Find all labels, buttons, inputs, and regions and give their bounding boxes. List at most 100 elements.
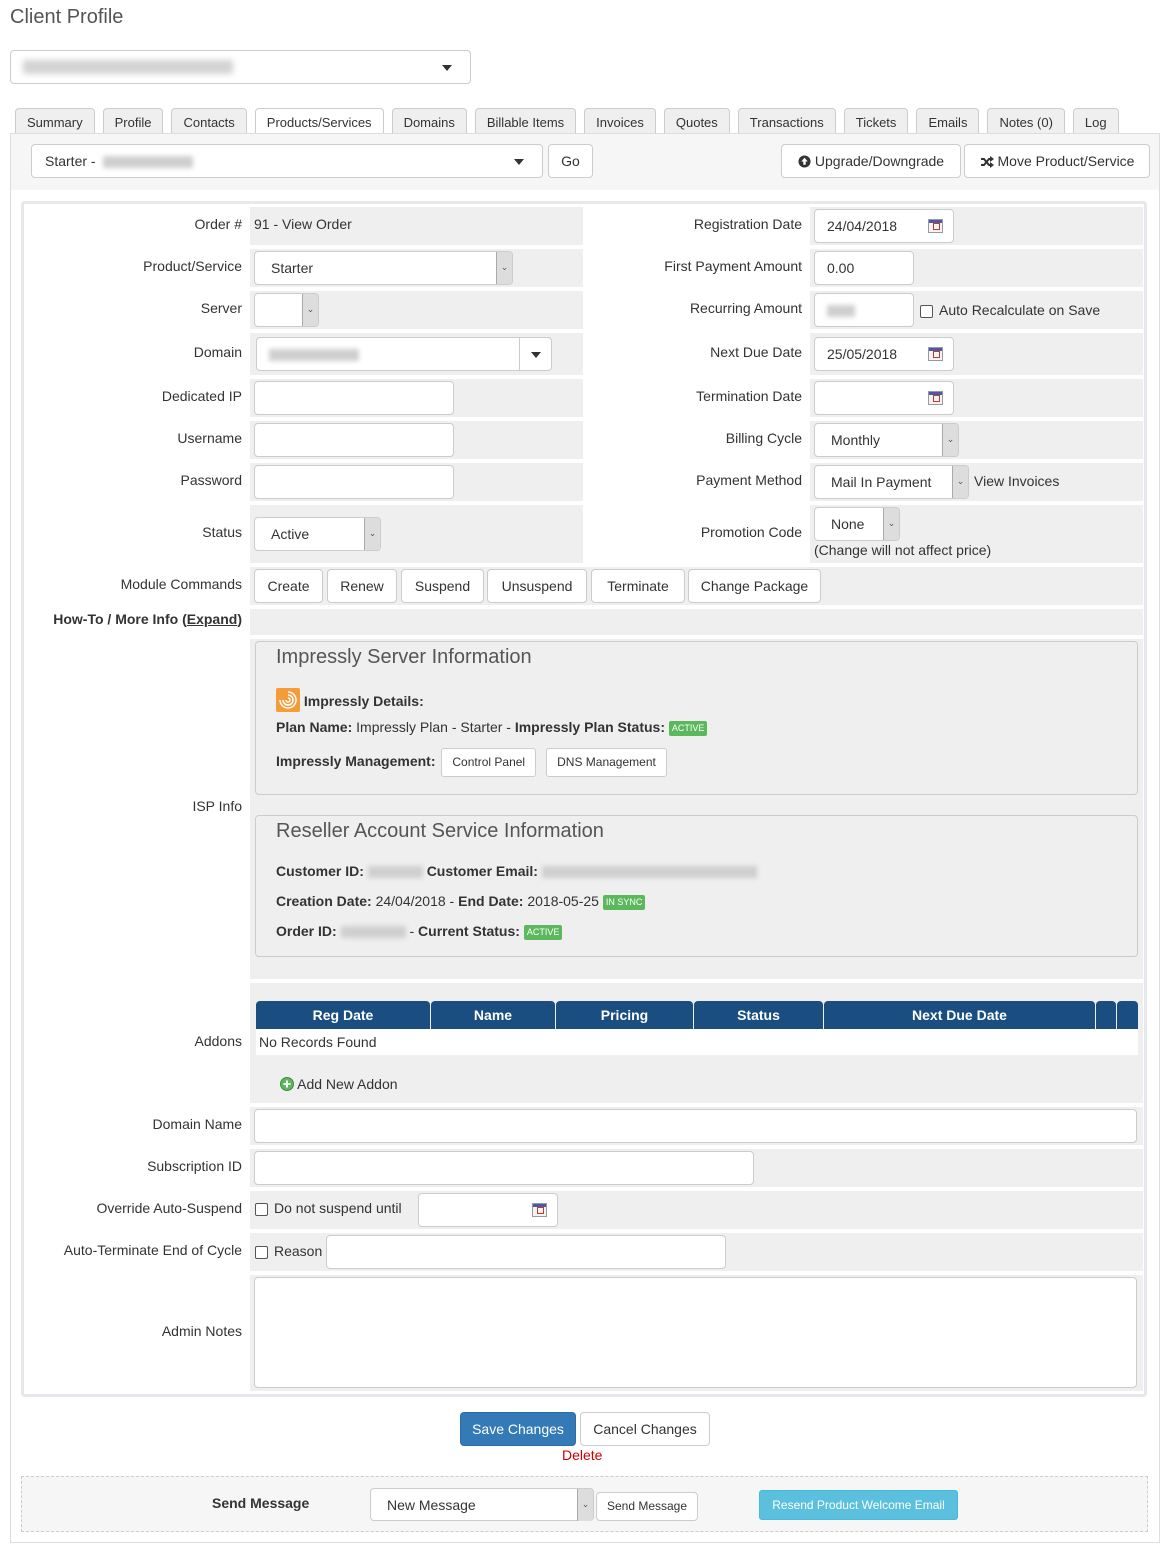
caret-down-icon: [514, 159, 524, 165]
tab-emails[interactable]: Emails: [916, 108, 980, 134]
client-selector[interactable]: [10, 50, 471, 84]
renew-button[interactable]: Renew: [327, 569, 397, 603]
dedicated-ip-input[interactable]: [254, 381, 454, 415]
control-panel-button[interactable]: Control Panel: [441, 748, 537, 777]
howto-label: How-To / More Info (Expand): [24, 611, 242, 627]
auto-terminate-checkbox[interactable]: [255, 1246, 268, 1259]
creation-date-value: 24/04/2018: [375, 893, 446, 909]
message-template-value: New Message: [387, 1497, 476, 1513]
auto-recalculate-checkbox[interactable]: [920, 305, 933, 318]
col-pricing[interactable]: Pricing: [556, 1001, 693, 1029]
do-not-suspend-date-input[interactable]: [418, 1193, 558, 1227]
col-delete: [1117, 1001, 1138, 1029]
tab-products-services[interactable]: Products/Services: [254, 108, 384, 135]
go-button[interactable]: Go: [548, 144, 593, 178]
calendar-icon[interactable]: [532, 1203, 547, 1217]
col-status[interactable]: Status: [694, 1001, 823, 1029]
caret-down-icon: [442, 65, 452, 71]
addons-label: Addons: [194, 1033, 242, 1049]
resend-welcome-email-button[interactable]: Resend Product Welcome Email: [759, 1490, 958, 1520]
first-payment-label: First Payment Amount: [664, 258, 802, 274]
admin-notes-label: Admin Notes: [161, 1323, 242, 1339]
tab-transactions[interactable]: Transactions: [737, 108, 836, 134]
password-input[interactable]: [254, 465, 454, 499]
howto-expand-link[interactable]: Expand: [187, 611, 238, 627]
terminate-button[interactable]: Terminate: [591, 569, 685, 603]
next-due-label: Next Due Date: [710, 344, 802, 360]
save-changes-button[interactable]: Save Changes: [460, 1412, 576, 1446]
profile-tabs: Summary Profile Contacts Products/Servic…: [15, 108, 1127, 135]
reason-input[interactable]: [326, 1235, 726, 1269]
view-invoices-link[interactable]: View Invoices: [974, 473, 1059, 489]
col-name[interactable]: Name: [431, 1001, 555, 1029]
tab-invoices[interactable]: Invoices: [584, 108, 656, 134]
payment-method-select[interactable]: Mail In Payment ⌄: [814, 465, 969, 499]
cancel-changes-button[interactable]: Cancel Changes: [580, 1412, 710, 1446]
end-date-label: End Date:: [458, 893, 524, 909]
reseller-dates-line: Creation Date: 24/04/2018 - End Date: 20…: [276, 893, 646, 910]
payment-method-label: Payment Method: [696, 472, 802, 488]
tab-summary[interactable]: Summary: [15, 108, 95, 134]
howto-text: How-To / More Info (: [53, 611, 187, 627]
calendar-icon[interactable]: [928, 347, 943, 361]
reason-label: Reason: [274, 1243, 323, 1259]
next-due-input[interactable]: 25/05/2018: [814, 337, 954, 371]
send-message-label: Send Message: [212, 1495, 310, 1511]
tab-tickets[interactable]: Tickets: [843, 108, 909, 134]
tab-billable-items[interactable]: Billable Items: [474, 108, 577, 134]
module-commands-label: Module Commands: [120, 576, 242, 592]
do-not-suspend-checkbox[interactable]: [255, 1203, 268, 1216]
create-button[interactable]: Create: [254, 569, 323, 603]
chevron-down-icon: ⌄: [952, 466, 968, 498]
order-view-link[interactable]: 91 - View Order: [254, 216, 352, 232]
impressly-details-line: Impressly Details:: [276, 688, 424, 712]
product-select[interactable]: Starter ⌄: [254, 251, 513, 285]
tab-domains[interactable]: Domains: [391, 108, 467, 134]
recurring-amount-redacted: [827, 305, 855, 318]
col-reg-date[interactable]: Reg Date: [256, 1001, 430, 1029]
howto-close-paren: ): [237, 611, 242, 627]
move-product-button[interactable]: Move Product/Service: [964, 144, 1150, 178]
tab-profile[interactable]: Profile: [102, 108, 164, 134]
recurring-label: Recurring Amount: [689, 300, 802, 316]
calendar-icon[interactable]: [928, 391, 943, 405]
registration-date-value: 24/04/2018: [827, 218, 898, 234]
service-selector[interactable]: Starter -: [31, 144, 543, 178]
send-message-button[interactable]: Send Message: [596, 1492, 698, 1521]
promo-select[interactable]: None ⌄: [814, 507, 900, 541]
first-payment-input[interactable]: 0.00: [814, 251, 914, 285]
billing-cycle-select[interactable]: Monthly ⌄: [814, 423, 959, 457]
customer-email-redacted: [541, 866, 757, 879]
tab-quotes[interactable]: Quotes: [663, 108, 730, 134]
dns-management-button[interactable]: DNS Management: [546, 748, 667, 777]
chevron-down-icon: ⌄: [883, 508, 899, 540]
status-select[interactable]: Active ⌄: [254, 517, 381, 551]
order-id-redacted: [340, 926, 406, 939]
calendar-icon[interactable]: [928, 219, 943, 233]
admin-notes-textarea[interactable]: [254, 1277, 1137, 1388]
tab-log[interactable]: Log: [1072, 108, 1119, 134]
col-next-due-date[interactable]: Next Due Date: [824, 1001, 1095, 1029]
suspend-button[interactable]: Suspend: [401, 569, 484, 603]
upgrade-downgrade-button[interactable]: Upgrade/Downgrade: [781, 144, 961, 178]
promo-label: Promotion Code: [700, 524, 802, 540]
domain-select[interactable]: [256, 337, 552, 371]
message-template-select[interactable]: New Message ⌄: [370, 1488, 594, 1521]
subscription-id-input[interactable]: [254, 1151, 754, 1185]
tab-contacts[interactable]: Contacts: [171, 108, 247, 134]
termination-input[interactable]: [814, 381, 954, 415]
registration-date-input[interactable]: 24/04/2018: [814, 209, 954, 243]
unsuspend-button[interactable]: Unsuspend: [487, 569, 587, 603]
plan-name-label: Plan Name:: [276, 719, 353, 735]
domain-name-input[interactable]: [254, 1109, 1137, 1143]
add-addon-link[interactable]: Add New Addon: [280, 1076, 398, 1092]
username-input[interactable]: [254, 423, 454, 457]
billing-cycle-value: Monthly: [831, 432, 881, 448]
change-package-button[interactable]: Change Package: [688, 569, 821, 603]
delete-link[interactable]: Delete: [562, 1447, 602, 1463]
upgrade-label: Upgrade/Downgrade: [814, 153, 945, 169]
server-select[interactable]: ⌄: [254, 293, 319, 327]
tab-notes[interactable]: Notes (0): [987, 108, 1065, 134]
reseller-customer-line: Customer ID: Customer Email:: [276, 863, 757, 879]
recurring-input[interactable]: [814, 293, 914, 327]
